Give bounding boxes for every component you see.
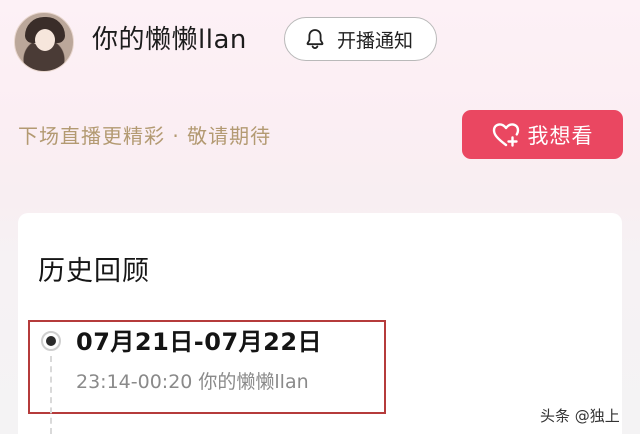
next-stream-subtitle: 下场直播更精彩 · 敬请期待: [18, 124, 272, 148]
history-title: 历史回顾: [38, 256, 150, 287]
streamer-avatar[interactable]: [14, 12, 74, 72]
want-to-watch-label: 我想看: [527, 123, 594, 148]
notify-button-label: 开播通知: [337, 29, 414, 52]
history-item-time[interactable]: 23:14-00:20 你的懒懒llan: [76, 366, 309, 398]
history-item-date[interactable]: 07月21日-07月22日: [76, 324, 322, 360]
timeline-dot-icon: [41, 331, 61, 351]
heart-plus-icon: [492, 122, 519, 147]
streamer-name[interactable]: 你的懒懒llan: [92, 20, 247, 60]
bell-icon: [306, 29, 324, 50]
timeline-line: [50, 356, 52, 434]
notify-button[interactable]: 开播通知: [284, 17, 437, 61]
want-to-watch-button[interactable]: 我想看: [462, 110, 623, 159]
watermark: 头条 @独上: [540, 407, 620, 425]
